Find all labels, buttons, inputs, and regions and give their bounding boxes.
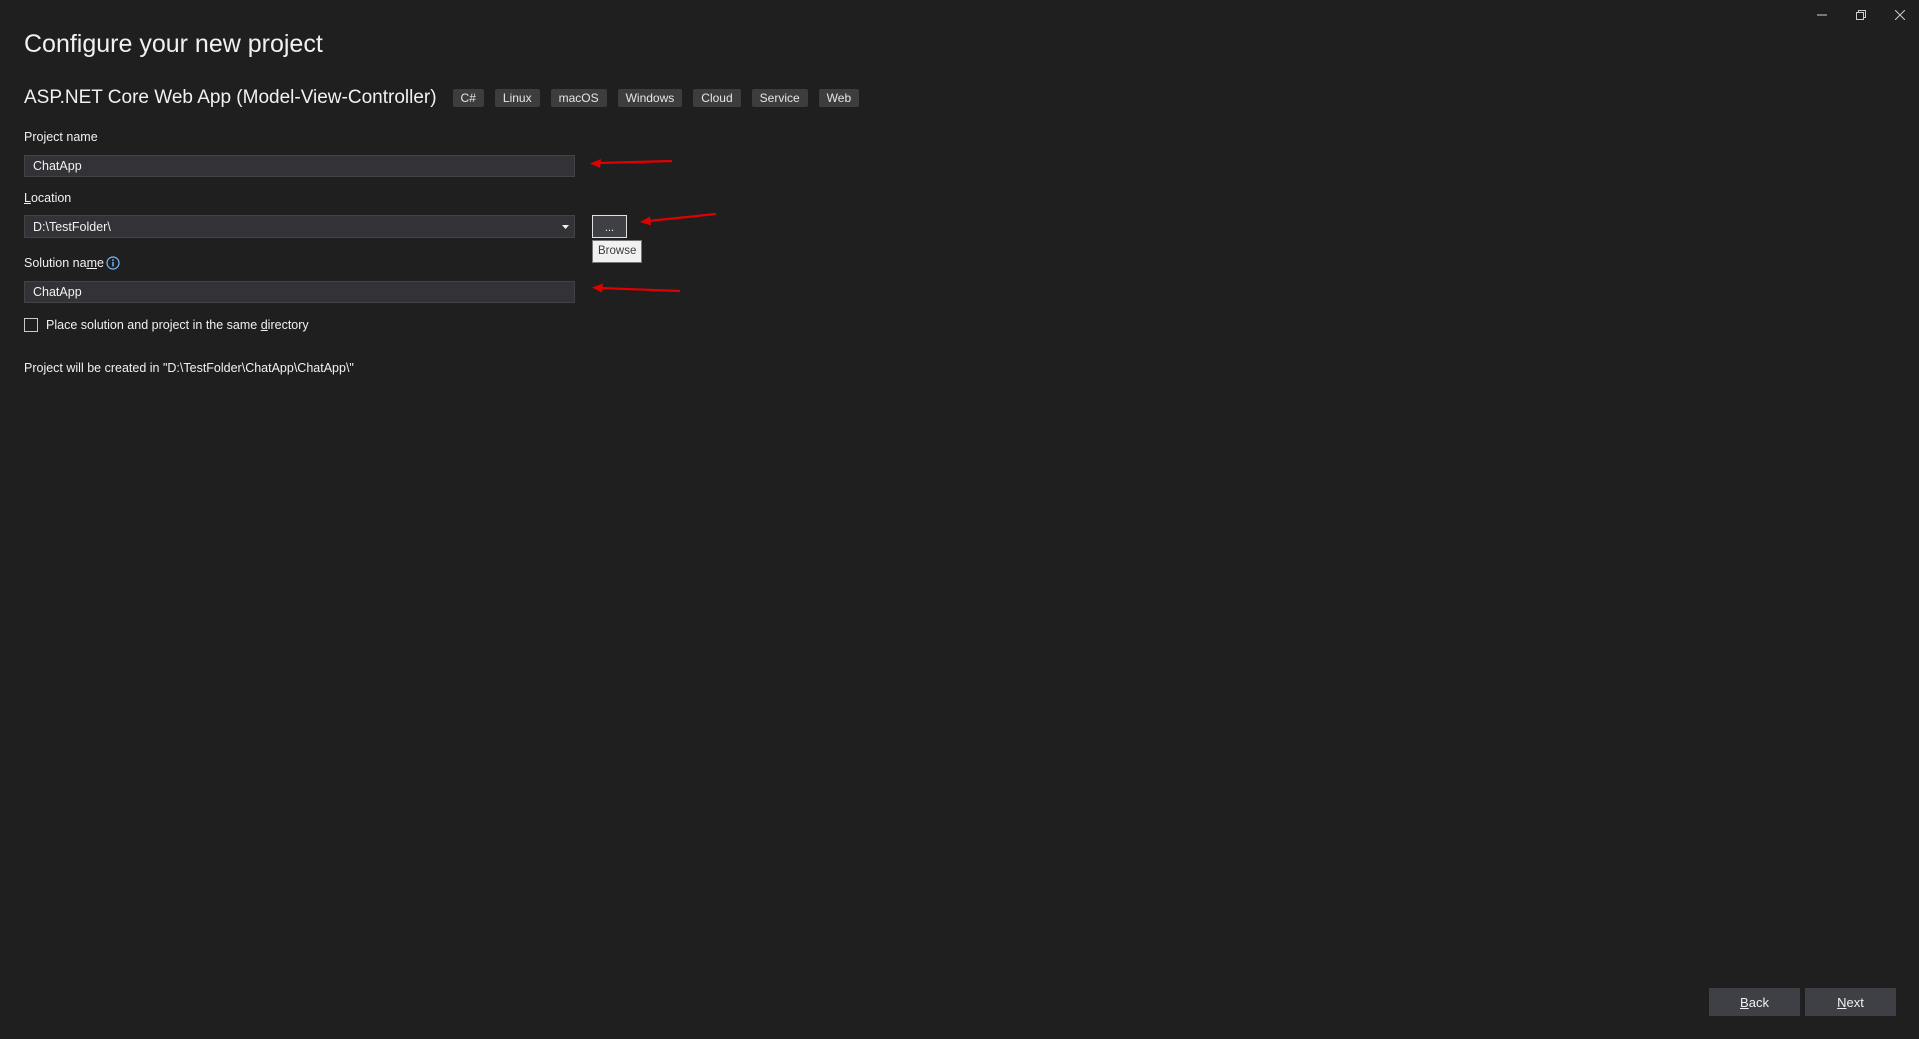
project-path-text: Project will be created in "D:\TestFolde…	[24, 361, 354, 375]
tag-web: Web	[818, 89, 860, 107]
template-name: ASP.NET Core Web App (Model-View-Control…	[24, 87, 437, 108]
next-button[interactable]: Next	[1805, 988, 1896, 1016]
solution-name-label-accel: m	[86, 256, 97, 270]
project-name-label: Project name	[24, 130, 98, 144]
next-button-rest: ext	[1846, 994, 1864, 1010]
tag-csharp: C#	[452, 89, 484, 107]
same-directory-label-accel: d	[260, 318, 268, 332]
annotation-arrow-browse	[640, 212, 717, 226]
solution-name-input[interactable]	[24, 281, 575, 303]
location-label-rest: ocation	[30, 191, 72, 205]
tag-cloud: Cloud	[693, 89, 741, 107]
solution-name-label: Solution name	[24, 256, 104, 270]
annotation-arrow-project-name	[590, 159, 673, 168]
chevron-down-icon[interactable]	[558, 215, 572, 238]
project-name-input[interactable]	[24, 155, 575, 177]
window-controls	[1802, 0, 1919, 30]
page-title: Configure your new project	[24, 30, 323, 58]
tag-windows: Windows	[617, 89, 683, 107]
location-label: Location	[24, 191, 71, 205]
info-icon[interactable]	[106, 256, 120, 270]
template-header: ASP.NET Core Web App (Model-View-Control…	[24, 85, 870, 111]
tag-macos: macOS	[550, 89, 607, 107]
restore-icon	[1855, 10, 1866, 20]
browse-tooltip: Browse	[592, 240, 643, 263]
same-directory-label: Place solution and project in the same d…	[46, 318, 309, 332]
annotation-arrow-solution-name	[592, 283, 681, 293]
close-icon	[1894, 10, 1905, 20]
browse-button[interactable]: ...	[592, 215, 627, 238]
location-label-accel: L	[24, 191, 31, 205]
minimize-icon	[1816, 14, 1827, 16]
close-button[interactable]	[1880, 0, 1919, 30]
back-button-rest: ack	[1748, 994, 1769, 1010]
back-button-accel: B	[1740, 994, 1749, 1010]
tag-linux: Linux	[494, 89, 540, 107]
solution-name-label-before: Solution na	[24, 256, 87, 270]
same-directory-checkbox[interactable]	[24, 318, 38, 332]
back-button[interactable]: Back	[1709, 988, 1800, 1016]
same-directory-option[interactable]: Place solution and project in the same d…	[24, 318, 309, 332]
same-directory-label-after: irectory	[267, 318, 309, 332]
configure-project-window: Configure your new project ASP.NET Core …	[0, 0, 1919, 1039]
same-directory-label-before: Place solution and project in the same	[46, 318, 261, 332]
minimize-button[interactable]	[1802, 0, 1841, 30]
location-value: D:\TestFolder\	[33, 219, 111, 234]
restore-button[interactable]	[1841, 0, 1880, 30]
browse-button-label: ...	[604, 222, 615, 234]
location-combobox[interactable]: D:\TestFolder\	[24, 215, 575, 238]
next-button-accel: N	[1837, 994, 1847, 1010]
tag-service: Service	[751, 89, 808, 107]
solution-name-label-after: e	[96, 256, 104, 270]
